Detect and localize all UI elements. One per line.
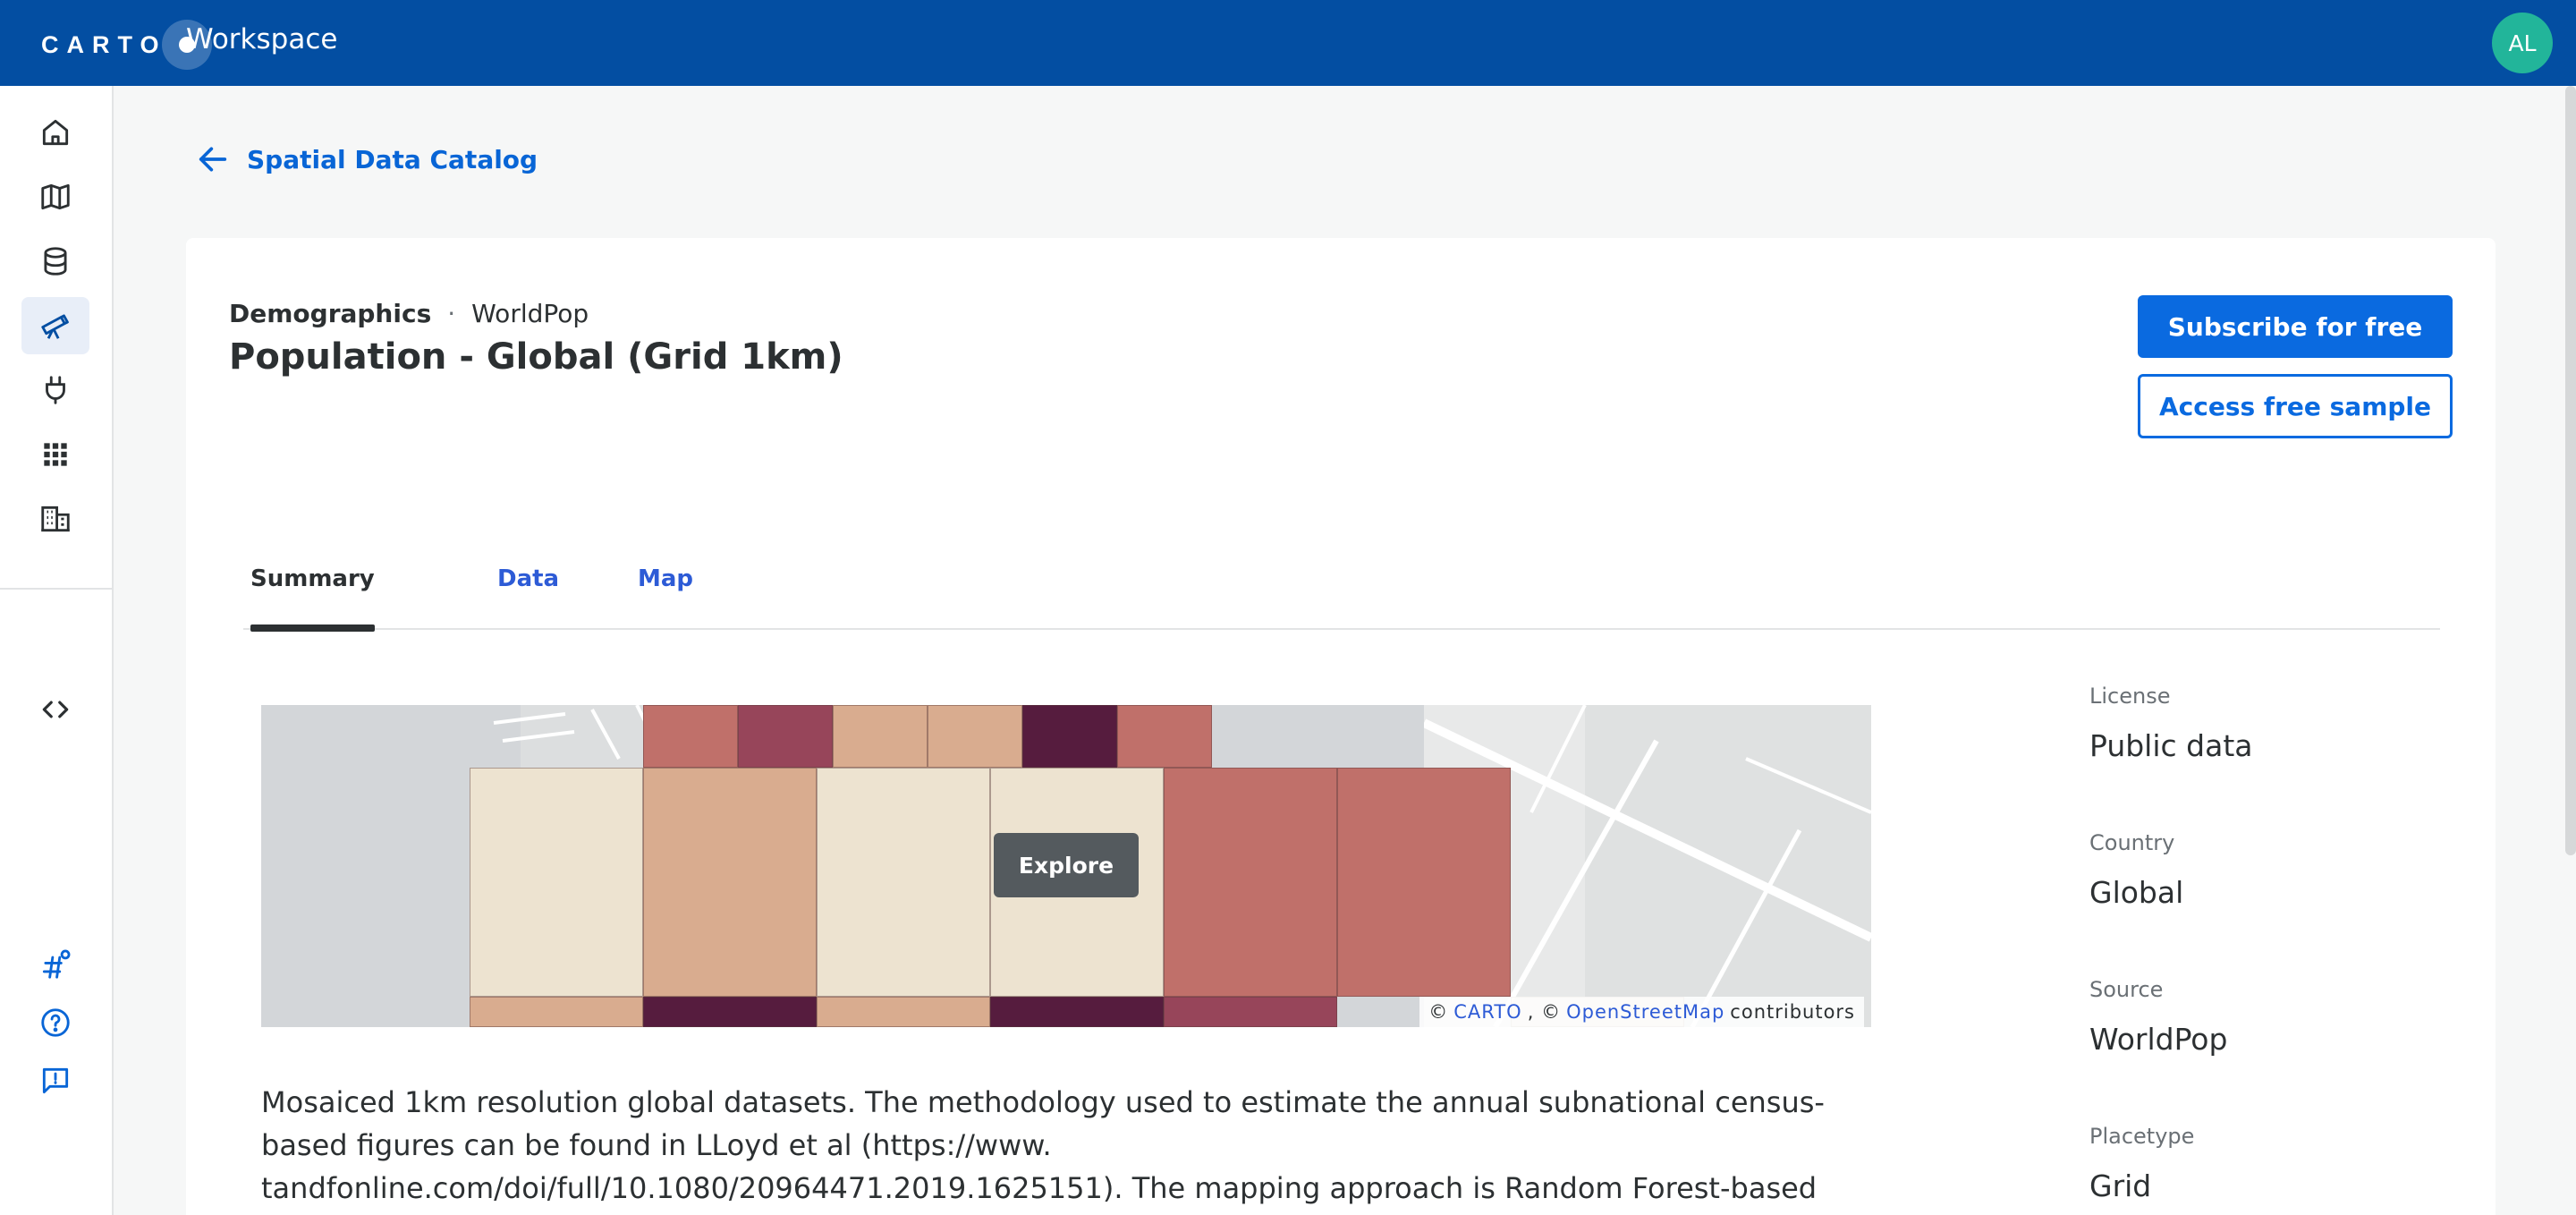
page-title: Population - Global (Grid 1km) [229,336,843,378]
map-attribution: © CARTO , © OpenStreetMap contributors [1419,997,1864,1027]
sidebar-item-whats-new[interactable] [21,936,89,993]
explore-button[interactable]: Explore [994,833,1139,897]
tab-summary[interactable]: Summary [250,564,375,632]
grid-cell [817,768,990,997]
info-license: License Public data [2089,684,2252,763]
sidebar-item-developers[interactable] [21,681,89,738]
subscribe-button[interactable]: Subscribe for free [2138,295,2453,358]
carto-attribution-link[interactable]: CARTO [1453,1001,1521,1023]
apps-grid-icon [44,443,67,466]
sidebar-item-home[interactable] [21,104,89,161]
grid-cell [643,705,738,768]
back-to-catalog-link[interactable]: Spatial Data Catalog [195,141,538,177]
sidebar-item-data-explorer[interactable] [21,233,89,290]
attribution-suffix: contributors [1730,1001,1855,1023]
sidebar-item-connections[interactable] [21,361,89,419]
attribution-mid: , © [1527,1001,1562,1023]
tab-bar: Summary Data Map [243,564,2440,632]
hashtag-icon [42,949,71,979]
page-scrollbar[interactable] [2565,86,2576,855]
sidebar-divider [0,588,113,590]
info-label: License [2089,684,2171,709]
user-avatar[interactable]: AL [2492,13,2553,73]
grid-cell [643,768,817,997]
sidebar-item-feedback[interactable] [21,1052,89,1109]
back-link-label: Spatial Data Catalog [247,144,538,174]
sidebar-item-maps[interactable] [21,168,89,225]
plug-icon [46,376,65,404]
grid-cell [817,997,990,1027]
sidebar-item-data-observatory[interactable] [21,297,89,354]
grid-cell [1164,768,1337,997]
info-value: Global [2089,875,2184,910]
feedback-icon [42,1067,69,1094]
sidebar-item-organization[interactable] [21,490,89,548]
top-bar: CARTO Workspace AL [0,0,2576,86]
attribution-prefix: © [1428,1001,1449,1023]
grid-cell [738,705,833,768]
building-icon [41,506,70,532]
info-value: WorldPop [2089,1022,2228,1057]
info-label: Country [2089,830,2175,855]
tab-map[interactable]: Map [638,564,693,630]
grid-cell [1117,705,1212,768]
info-label: Source [2089,977,2164,1002]
workspace-title: Workspace [186,23,338,55]
info-label: Placetype [2089,1124,2195,1149]
tab-data[interactable]: Data [497,564,559,630]
home-icon [42,119,69,146]
map-preview[interactable]: Explore © CARTO , © OpenStreetMap contri… [261,705,1871,1027]
info-country: Country Global [2089,830,2183,910]
dataset-description: Mosaiced 1km resolution global datasets.… [261,1085,1825,1215]
database-icon [44,247,67,276]
grid-cell [470,997,643,1027]
info-value: Public data [2089,728,2253,763]
logo-text: CARTO [41,30,167,58]
sidebar [0,86,114,1215]
grid-cell [470,768,643,997]
grid-cell [928,705,1022,768]
map-icon [41,183,70,210]
info-placetype: Placetype Grid [2089,1124,2194,1203]
grid-cell [643,997,817,1027]
grid-cell [833,705,928,768]
telescope-icon [41,314,69,339]
info-value: Grid [2089,1168,2152,1203]
dataset-meta: Demographics · WorldPop [229,299,589,328]
grid-cell [1022,705,1117,768]
help-icon [41,1008,70,1037]
grid-cell [1337,768,1511,997]
info-source: Source WorldPop [2089,977,2227,1057]
access-sample-button[interactable]: Access free sample [2138,374,2453,438]
dataset-category: Demographics [229,299,432,328]
sidebar-item-help[interactable] [21,994,89,1051]
dataset-provider: WorldPop [471,299,589,328]
meta-separator: · [447,299,456,328]
sidebar-item-applications[interactable] [21,426,89,483]
grid-cell [1164,997,1337,1027]
dataset-card: Demographics · WorldPop Population - Glo… [186,238,2496,1215]
arrow-left-icon [199,147,227,172]
osm-attribution-link[interactable]: OpenStreetMap [1566,1001,1724,1023]
code-icon [42,701,69,718]
grid-cell [990,997,1164,1027]
